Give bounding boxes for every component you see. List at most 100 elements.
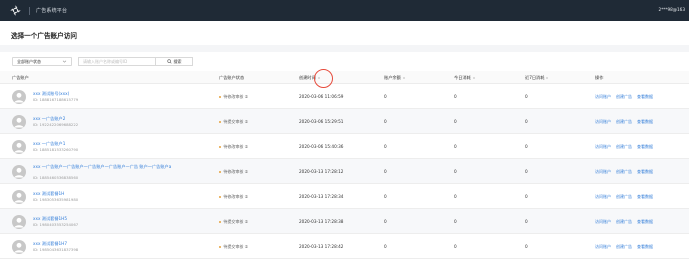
table-body: xxx 测试账号(xxx) ID: 1888167188615779 待修改审核… bbox=[0, 84, 689, 259]
account-name-link[interactable]: xxx 测试套餐1H bbox=[33, 191, 64, 197]
visit-account-link[interactable]: 访问账户 bbox=[595, 119, 611, 125]
visit-account-link[interactable]: 访问账户 bbox=[595, 94, 611, 100]
status-badge: 待修改审核 ② bbox=[219, 94, 248, 100]
status-badge: 待修改审核 ② bbox=[219, 194, 248, 200]
column-status-label: 广告账户状态 bbox=[219, 75, 245, 80]
user-name[interactable]: 2***98@163 bbox=[659, 7, 685, 12]
balance-value: 0 bbox=[384, 244, 387, 249]
account-id: ID: 1885181533260790 bbox=[33, 147, 79, 152]
sort-icon[interactable] bbox=[402, 76, 406, 81]
column-spend-7d[interactable]: 近7日消耗 bbox=[525, 75, 549, 81]
account-status-select[interactable]: 全部账户状态 bbox=[12, 57, 72, 66]
account-name-link[interactable]: xxx 测试套餐1H5 bbox=[33, 216, 67, 222]
created-time: 2020-03-13 17:28:34 bbox=[299, 194, 344, 199]
spend-today-value: 0 bbox=[454, 94, 457, 99]
account-id: ID: 1888167188615779 bbox=[33, 97, 79, 102]
brand-logo-icon[interactable] bbox=[7, 3, 23, 19]
search-input[interactable]: 请输入账户名称或编号ID bbox=[78, 57, 156, 66]
create-ad-link[interactable]: 创建广告 bbox=[616, 119, 632, 125]
account-id: ID: 1985043631837398 bbox=[33, 247, 79, 252]
column-spend-7d-label: 近7日消耗 bbox=[525, 75, 545, 80]
column-account: 广告账户 bbox=[12, 75, 29, 81]
status-dot-icon bbox=[219, 195, 222, 199]
avatar bbox=[12, 115, 26, 129]
column-balance[interactable]: 账户余额 bbox=[384, 75, 406, 81]
create-ad-link[interactable]: 创建广告 bbox=[616, 194, 632, 200]
visit-account-link[interactable]: 访问账户 bbox=[595, 219, 611, 225]
create-ad-link[interactable]: 创建广告 bbox=[616, 94, 632, 100]
status-badge: 待提交审核 ② bbox=[219, 244, 248, 250]
spend-7d-value: 0 bbox=[525, 94, 528, 99]
view-data-link[interactable]: 查看数据 bbox=[637, 94, 653, 100]
view-data-link[interactable]: 查看数据 bbox=[637, 169, 653, 175]
account-name-link[interactable]: xxx 测试套餐1H7 bbox=[33, 241, 67, 247]
visit-account-link[interactable]: 访问账户 bbox=[595, 144, 611, 150]
status-dot-icon bbox=[219, 95, 222, 99]
page-title: 选择一个广告账户访问 bbox=[11, 32, 77, 40]
view-data-link[interactable]: 查看数据 bbox=[637, 119, 653, 125]
account-name-link[interactable]: xxx 一广告账户一广告账户一广告账户一广告账户一广告 账户一广告账户a bbox=[33, 164, 173, 170]
column-spend-today-label: 今日消耗 bbox=[454, 75, 471, 80]
account-name-link[interactable]: xxx 测试账号(xxx) bbox=[33, 91, 69, 97]
spend-7d-value: 0 bbox=[525, 219, 528, 224]
view-data-link[interactable]: 查看数据 bbox=[637, 194, 653, 200]
avatar bbox=[12, 215, 26, 229]
account-table: 广告账户 广告账户状态 创建时间 账户余额 今日消耗 近7日消耗 操作 xxx … bbox=[0, 69, 689, 259]
create-ad-link[interactable]: 创建广告 bbox=[616, 244, 632, 250]
brand-title: 广告系统平台 bbox=[36, 8, 68, 14]
column-ops-label: 操作 bbox=[595, 75, 604, 80]
created-time: 2020-03-06 11:06:59 bbox=[299, 94, 344, 99]
status-dot-icon bbox=[219, 245, 222, 249]
status-text: 待提交审核 ② bbox=[223, 119, 249, 124]
visit-account-link[interactable]: 访问账户 bbox=[595, 244, 611, 250]
row-actions: 访问账户 创建广告 查看数据 bbox=[595, 169, 653, 175]
view-data-link[interactable]: 查看数据 bbox=[637, 244, 653, 250]
table-row: xxx 测试套餐1H5 ID: 1980403553254067 待提交审核 ②… bbox=[0, 209, 689, 234]
view-data-link[interactable]: 查看数据 bbox=[637, 144, 653, 150]
create-ad-link[interactable]: 创建广告 bbox=[616, 219, 632, 225]
section-divider bbox=[0, 45, 689, 52]
status-dot-icon bbox=[219, 220, 222, 224]
spend-7d-value: 0 bbox=[525, 194, 528, 199]
status-badge: 待修改审核 ② bbox=[219, 169, 248, 175]
spend-today-value: 0 bbox=[454, 219, 457, 224]
account-id: ID: 1885460536838560 bbox=[33, 175, 79, 180]
account-status-select-value: 全部账户状态 bbox=[17, 58, 41, 64]
spend-today-value: 0 bbox=[454, 144, 457, 149]
status-text: 待提交审核 ② bbox=[223, 219, 249, 224]
create-ad-link[interactable]: 创建广告 bbox=[616, 144, 632, 150]
spend-today-value: 0 bbox=[454, 119, 457, 124]
sort-icon[interactable] bbox=[472, 76, 476, 81]
view-data-link[interactable]: 查看数据 bbox=[637, 219, 653, 225]
search-button[interactable]: 搜索 bbox=[156, 57, 193, 66]
status-dot-icon bbox=[219, 170, 222, 174]
account-id: ID: 1922422069688222 bbox=[33, 122, 79, 127]
created-time: 2020-03-13 17:28:38 bbox=[299, 219, 344, 224]
avatar bbox=[12, 140, 26, 154]
account-id: ID: 1983053635981980 bbox=[33, 197, 79, 202]
table-header: 广告账户 广告账户状态 创建时间 账户余额 今日消耗 近7日消耗 操作 bbox=[0, 69, 689, 88]
created-time: 2020-03-06 15:40:36 bbox=[299, 144, 344, 149]
create-ad-link[interactable]: 创建广告 bbox=[616, 169, 632, 175]
column-spend-today[interactable]: 今日消耗 bbox=[454, 75, 476, 81]
filter-bar: 全部账户状态 请输入账户名称或编号ID 搜索 bbox=[12, 57, 193, 66]
sort-icon[interactable] bbox=[546, 76, 549, 81]
visit-account-link[interactable]: 访问账户 bbox=[595, 169, 611, 175]
status-badge: 待修改审核 ② bbox=[219, 144, 248, 150]
table-row: xxx 一广告账户一广告账户一广告账户一广告账户一广告 账户一广告账户a ID:… bbox=[0, 159, 689, 184]
created-time: 2020-03-13 17:28:12 bbox=[299, 169, 344, 174]
status-text: 待修改审核 ② bbox=[223, 94, 249, 99]
spend-7d-value: 0 bbox=[525, 119, 528, 124]
account-name-link[interactable]: xxx 一广告账户1 bbox=[33, 141, 65, 147]
status-dot-icon bbox=[219, 145, 222, 149]
top-bar: 广告系统平台 2***98@163 bbox=[0, 0, 689, 21]
column-status: 广告账户状态 bbox=[219, 75, 244, 81]
visit-account-link[interactable]: 访问账户 bbox=[595, 194, 611, 200]
row-actions: 访问账户 创建广告 查看数据 bbox=[595, 194, 653, 200]
spend-today-value: 0 bbox=[454, 244, 457, 249]
account-name-link[interactable]: xxx 一广告账户2 bbox=[33, 116, 65, 122]
status-text: 待修改审核 ② bbox=[223, 169, 249, 174]
table-row: xxx 一广告账户1 ID: 1885181533260790 待修改审核 ② … bbox=[0, 134, 689, 159]
status-badge: 待提交审核 ② bbox=[219, 119, 248, 125]
balance-value: 0 bbox=[384, 169, 387, 174]
